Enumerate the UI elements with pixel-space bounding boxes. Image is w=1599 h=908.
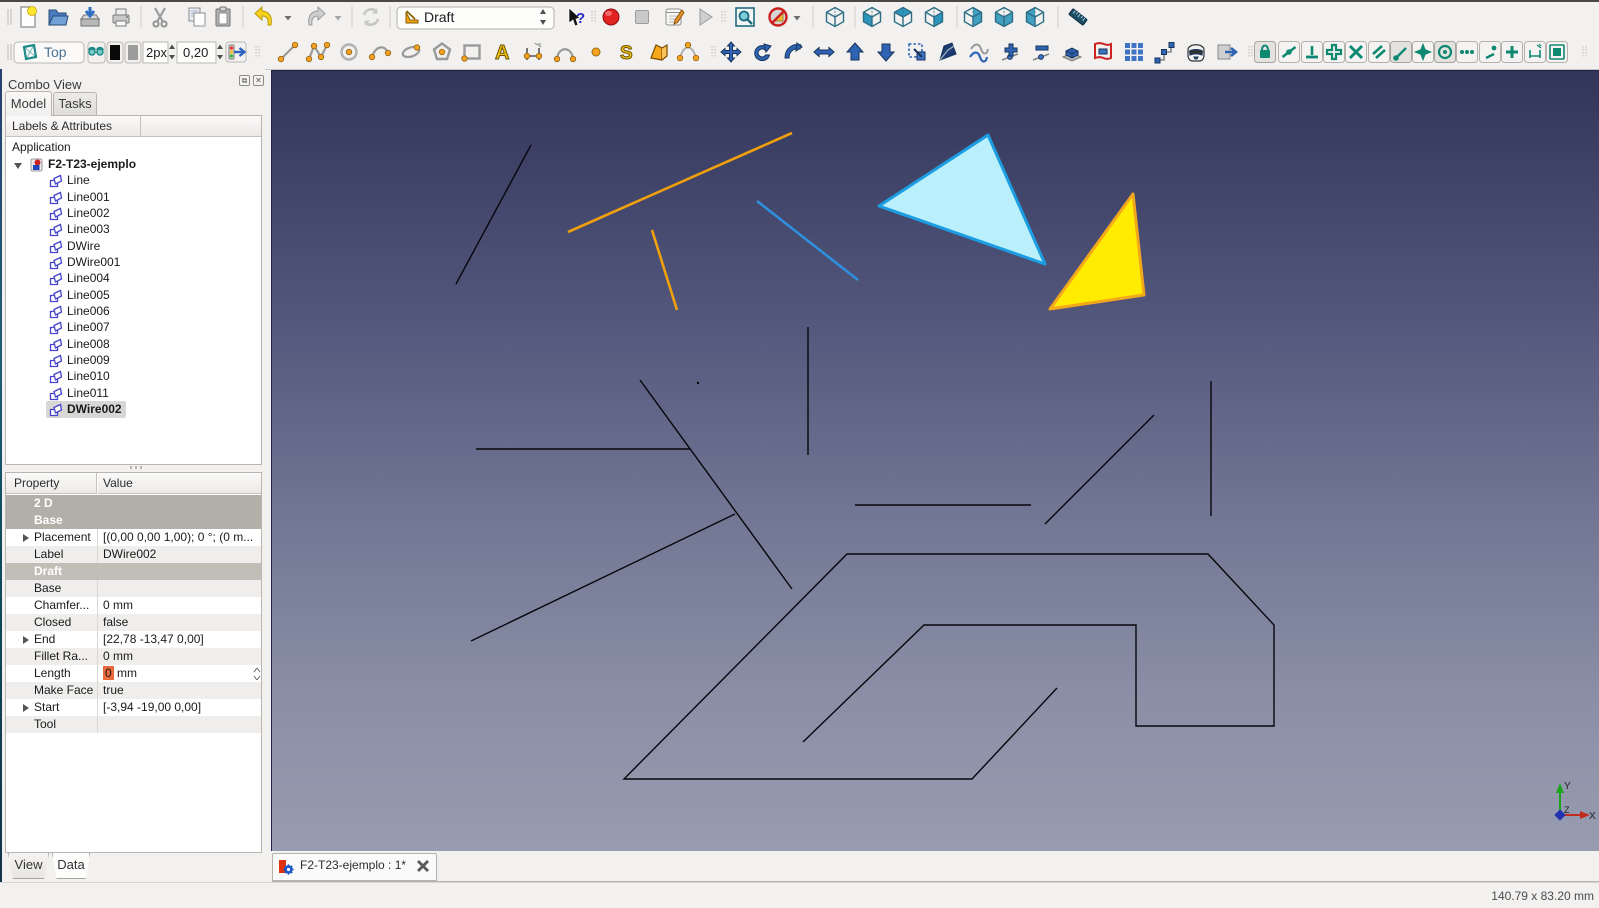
- svg-text:Z: Z: [1564, 805, 1570, 815]
- svg-text:0,20: 0,20: [183, 45, 208, 60]
- svg-text:Y: Y: [1564, 781, 1571, 792]
- svg-text:?: ?: [576, 10, 585, 27]
- svg-text:Top: Top: [44, 44, 67, 60]
- svg-text:X: X: [1589, 811, 1596, 822]
- svg-text:S: S: [620, 43, 633, 64]
- svg-text:Draft: Draft: [424, 9, 454, 25]
- svg-text:A: A: [495, 42, 509, 64]
- svg-text:2px: 2px: [146, 45, 167, 60]
